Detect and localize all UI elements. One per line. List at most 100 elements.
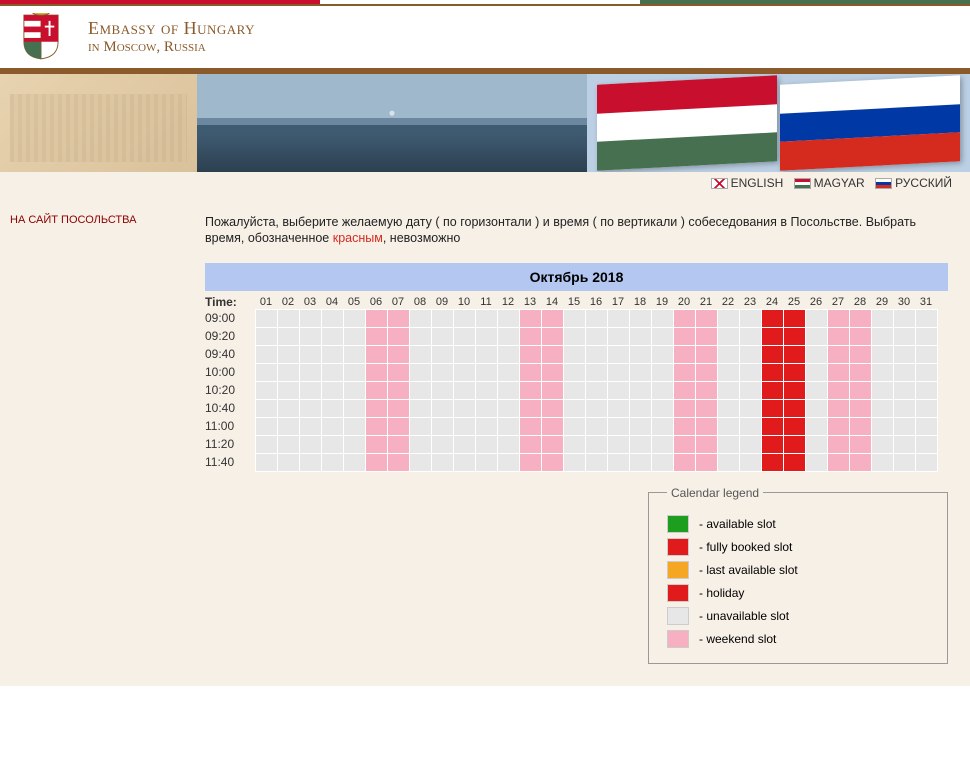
calendar-slot — [585, 381, 607, 399]
calendar-slot — [497, 309, 519, 327]
calendar-slot — [431, 363, 453, 381]
embassy-site-link[interactable]: НА САЙТ ПОСОЛЬСТВА — [10, 214, 136, 226]
calendar-slot — [541, 417, 563, 435]
calendar-slot — [299, 381, 321, 399]
calendar-slot — [255, 417, 277, 435]
calendar-slot — [541, 453, 563, 471]
calendar-slot — [497, 453, 519, 471]
calendar-slot — [805, 435, 827, 453]
calendar-slot — [783, 453, 805, 471]
calendar-slot — [783, 435, 805, 453]
legend-booked-label: fully booked slot — [699, 540, 792, 554]
calendar-slot — [431, 309, 453, 327]
calendar-slot — [475, 399, 497, 417]
day-header: 30 — [893, 295, 915, 309]
lang-russian[interactable]: РУССКИЙ — [875, 176, 952, 190]
legend-swatch-unavailable — [667, 607, 689, 625]
calendar-slot — [827, 309, 849, 327]
calendar-slot — [475, 435, 497, 453]
day-header: 08 — [409, 295, 431, 309]
calendar-slot — [761, 417, 783, 435]
legend-weekend-label: weekend slot — [699, 632, 776, 646]
language-bar: ENGLISH MAGYAR РУССКИЙ — [0, 172, 970, 196]
calendar-slot — [761, 435, 783, 453]
calendar-slot — [739, 399, 761, 417]
calendar-slot — [783, 399, 805, 417]
calendar-slot — [497, 417, 519, 435]
time-label: 11:00 — [205, 417, 255, 435]
calendar-slot — [739, 453, 761, 471]
calendar-slot — [277, 417, 299, 435]
day-header: 19 — [651, 295, 673, 309]
calendar-slot — [915, 327, 937, 345]
calendar-slot — [871, 363, 893, 381]
calendar-slot — [519, 399, 541, 417]
calendar-slot — [695, 381, 717, 399]
banner-pane-3 — [587, 74, 970, 172]
calendar-slot — [849, 327, 871, 345]
legend-booked: fully booked slot — [667, 538, 933, 556]
calendar-slot — [365, 381, 387, 399]
calendar-slot — [849, 363, 871, 381]
calendar-slot — [783, 381, 805, 399]
calendar-slot — [805, 363, 827, 381]
day-header: 16 — [585, 295, 607, 309]
legend-swatch-weekend — [667, 630, 689, 648]
legend-swatch-holiday — [667, 584, 689, 602]
calendar-slot — [387, 453, 409, 471]
calendar-slot — [365, 363, 387, 381]
calendar-slot — [277, 327, 299, 345]
calendar-slot — [673, 363, 695, 381]
calendar-table: Time: 0102030405060708091011121314151617… — [205, 295, 938, 472]
calendar-slot — [629, 453, 651, 471]
calendar-slot — [365, 309, 387, 327]
calendar-slot — [827, 345, 849, 363]
lang-english[interactable]: ENGLISH — [711, 176, 784, 190]
calendar-slot — [805, 327, 827, 345]
calendar-slot — [827, 417, 849, 435]
calendar-slot — [453, 435, 475, 453]
calendar-slot — [695, 453, 717, 471]
calendar-slot — [365, 453, 387, 471]
time-label: 09:40 — [205, 345, 255, 363]
calendar-slot — [409, 453, 431, 471]
calendar-slot — [387, 345, 409, 363]
hu-flag-icon — [794, 178, 811, 189]
legend-unavailable: unavailable slot — [667, 607, 933, 625]
calendar-slot — [255, 453, 277, 471]
calendar-slot — [387, 381, 409, 399]
calendar-slot — [299, 363, 321, 381]
calendar-slot — [321, 417, 343, 435]
day-header: 20 — [673, 295, 695, 309]
hungary-flag-icon — [597, 75, 777, 170]
day-header: 22 — [717, 295, 739, 309]
calendar-slot — [475, 309, 497, 327]
day-header: 28 — [849, 295, 871, 309]
calendar-slot — [827, 399, 849, 417]
calendar-slot — [893, 327, 915, 345]
calendar-slot — [629, 363, 651, 381]
calendar-slot — [651, 345, 673, 363]
calendar-slot — [717, 309, 739, 327]
banner-pane-1 — [0, 74, 197, 172]
calendar-slot — [871, 381, 893, 399]
calendar-slot — [893, 417, 915, 435]
lang-magyar[interactable]: MAGYAR — [794, 176, 865, 190]
calendar-slot — [255, 363, 277, 381]
calendar-slot — [739, 363, 761, 381]
calendar-slot — [585, 345, 607, 363]
legend-unavailable-label: unavailable slot — [699, 609, 789, 623]
calendar-slot — [871, 417, 893, 435]
calendar-slot — [321, 399, 343, 417]
calendar-slot — [519, 345, 541, 363]
calendar-slot — [343, 363, 365, 381]
calendar-slot — [321, 381, 343, 399]
calendar-slot — [695, 363, 717, 381]
calendar-slot — [585, 399, 607, 417]
legend-available: available slot — [667, 515, 933, 533]
calendar-slot — [431, 453, 453, 471]
calendar-slot — [915, 453, 937, 471]
calendar-slot — [387, 363, 409, 381]
day-header: 04 — [321, 295, 343, 309]
calendar-slot — [673, 309, 695, 327]
